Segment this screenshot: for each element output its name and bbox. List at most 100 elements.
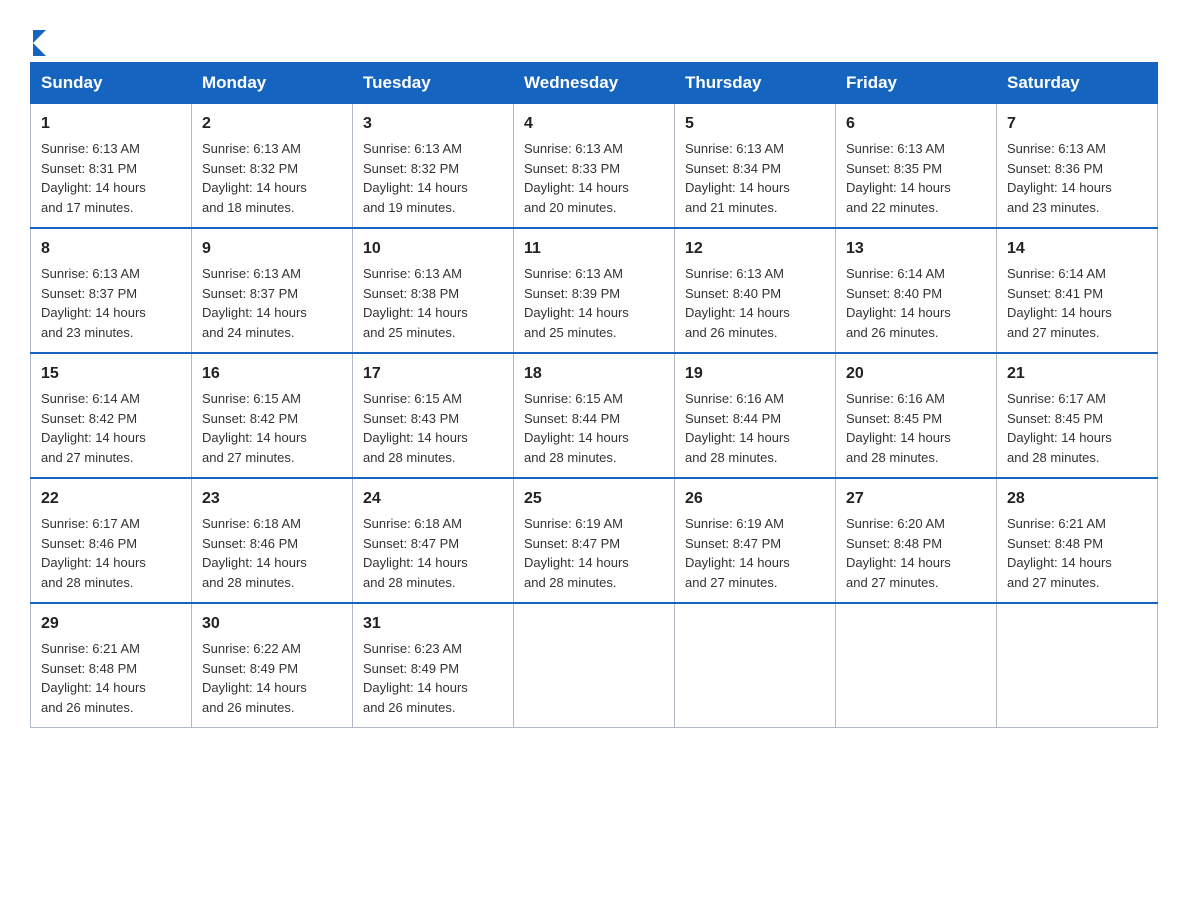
day-info: Sunrise: 6:20 AMSunset: 8:48 PMDaylight:…: [846, 516, 951, 590]
calendar-day-cell: 26 Sunrise: 6:19 AMSunset: 8:47 PMDaylig…: [675, 478, 836, 603]
day-number: 30: [202, 612, 342, 636]
calendar-day-cell: 21 Sunrise: 6:17 AMSunset: 8:45 PMDaylig…: [997, 353, 1158, 478]
weekday-header-tuesday: Tuesday: [353, 63, 514, 104]
calendar-day-cell: 24 Sunrise: 6:18 AMSunset: 8:47 PMDaylig…: [353, 478, 514, 603]
calendar-day-cell: 29 Sunrise: 6:21 AMSunset: 8:48 PMDaylig…: [31, 603, 192, 728]
calendar-day-cell: 10 Sunrise: 6:13 AMSunset: 8:38 PMDaylig…: [353, 228, 514, 353]
day-number: 19: [685, 362, 825, 386]
day-number: 25: [524, 487, 664, 511]
day-number: 17: [363, 362, 503, 386]
day-info: Sunrise: 6:15 AMSunset: 8:44 PMDaylight:…: [524, 391, 629, 465]
day-info: Sunrise: 6:13 AMSunset: 8:32 PMDaylight:…: [202, 141, 307, 215]
day-info: Sunrise: 6:16 AMSunset: 8:44 PMDaylight:…: [685, 391, 790, 465]
calendar-day-cell: 16 Sunrise: 6:15 AMSunset: 8:42 PMDaylig…: [192, 353, 353, 478]
day-number: 24: [363, 487, 503, 511]
calendar-day-cell: 28 Sunrise: 6:21 AMSunset: 8:48 PMDaylig…: [997, 478, 1158, 603]
day-info: Sunrise: 6:13 AMSunset: 8:31 PMDaylight:…: [41, 141, 146, 215]
weekday-header-saturday: Saturday: [997, 63, 1158, 104]
day-number: 31: [363, 612, 503, 636]
calendar-day-cell: [514, 603, 675, 728]
calendar-day-cell: 9 Sunrise: 6:13 AMSunset: 8:37 PMDayligh…: [192, 228, 353, 353]
day-info: Sunrise: 6:21 AMSunset: 8:48 PMDaylight:…: [1007, 516, 1112, 590]
day-number: 8: [41, 237, 181, 261]
day-number: 12: [685, 237, 825, 261]
calendar-day-cell: 6 Sunrise: 6:13 AMSunset: 8:35 PMDayligh…: [836, 104, 997, 229]
day-number: 4: [524, 112, 664, 136]
day-info: Sunrise: 6:14 AMSunset: 8:40 PMDaylight:…: [846, 266, 951, 340]
day-info: Sunrise: 6:22 AMSunset: 8:49 PMDaylight:…: [202, 641, 307, 715]
day-info: Sunrise: 6:13 AMSunset: 8:40 PMDaylight:…: [685, 266, 790, 340]
day-info: Sunrise: 6:15 AMSunset: 8:43 PMDaylight:…: [363, 391, 468, 465]
calendar-day-cell: 14 Sunrise: 6:14 AMSunset: 8:41 PMDaylig…: [997, 228, 1158, 353]
day-info: Sunrise: 6:14 AMSunset: 8:41 PMDaylight:…: [1007, 266, 1112, 340]
calendar-day-cell: 31 Sunrise: 6:23 AMSunset: 8:49 PMDaylig…: [353, 603, 514, 728]
day-info: Sunrise: 6:21 AMSunset: 8:48 PMDaylight:…: [41, 641, 146, 715]
calendar-day-cell: 2 Sunrise: 6:13 AMSunset: 8:32 PMDayligh…: [192, 104, 353, 229]
calendar-day-cell: 3 Sunrise: 6:13 AMSunset: 8:32 PMDayligh…: [353, 104, 514, 229]
weekday-header-wednesday: Wednesday: [514, 63, 675, 104]
calendar-day-cell: 13 Sunrise: 6:14 AMSunset: 8:40 PMDaylig…: [836, 228, 997, 353]
calendar-day-cell: 23 Sunrise: 6:18 AMSunset: 8:46 PMDaylig…: [192, 478, 353, 603]
day-info: Sunrise: 6:23 AMSunset: 8:49 PMDaylight:…: [363, 641, 468, 715]
logo: [30, 30, 46, 52]
day-info: Sunrise: 6:15 AMSunset: 8:42 PMDaylight:…: [202, 391, 307, 465]
calendar-day-cell: 22 Sunrise: 6:17 AMSunset: 8:46 PMDaylig…: [31, 478, 192, 603]
day-info: Sunrise: 6:18 AMSunset: 8:46 PMDaylight:…: [202, 516, 307, 590]
day-number: 15: [41, 362, 181, 386]
calendar-day-cell: 17 Sunrise: 6:15 AMSunset: 8:43 PMDaylig…: [353, 353, 514, 478]
day-number: 13: [846, 237, 986, 261]
calendar-day-cell: 18 Sunrise: 6:15 AMSunset: 8:44 PMDaylig…: [514, 353, 675, 478]
calendar-day-cell: 7 Sunrise: 6:13 AMSunset: 8:36 PMDayligh…: [997, 104, 1158, 229]
calendar-day-cell: 12 Sunrise: 6:13 AMSunset: 8:40 PMDaylig…: [675, 228, 836, 353]
day-info: Sunrise: 6:14 AMSunset: 8:42 PMDaylight:…: [41, 391, 146, 465]
day-number: 29: [41, 612, 181, 636]
day-number: 20: [846, 362, 986, 386]
calendar-day-cell: 8 Sunrise: 6:13 AMSunset: 8:37 PMDayligh…: [31, 228, 192, 353]
weekday-header-monday: Monday: [192, 63, 353, 104]
calendar-week-row: 29 Sunrise: 6:21 AMSunset: 8:48 PMDaylig…: [31, 603, 1158, 728]
day-number: 9: [202, 237, 342, 261]
calendar-day-cell: 5 Sunrise: 6:13 AMSunset: 8:34 PMDayligh…: [675, 104, 836, 229]
day-number: 2: [202, 112, 342, 136]
weekday-header-thursday: Thursday: [675, 63, 836, 104]
day-number: 26: [685, 487, 825, 511]
day-info: Sunrise: 6:13 AMSunset: 8:32 PMDaylight:…: [363, 141, 468, 215]
day-info: Sunrise: 6:19 AMSunset: 8:47 PMDaylight:…: [524, 516, 629, 590]
day-number: 5: [685, 112, 825, 136]
weekday-header-row: SundayMondayTuesdayWednesdayThursdayFrid…: [31, 63, 1158, 104]
weekday-header-sunday: Sunday: [31, 63, 192, 104]
day-number: 11: [524, 237, 664, 261]
weekday-header-friday: Friday: [836, 63, 997, 104]
calendar-day-cell: [997, 603, 1158, 728]
calendar-week-row: 15 Sunrise: 6:14 AMSunset: 8:42 PMDaylig…: [31, 353, 1158, 478]
day-info: Sunrise: 6:18 AMSunset: 8:47 PMDaylight:…: [363, 516, 468, 590]
day-number: 23: [202, 487, 342, 511]
calendar-table: SundayMondayTuesdayWednesdayThursdayFrid…: [30, 62, 1158, 728]
calendar-day-cell: 27 Sunrise: 6:20 AMSunset: 8:48 PMDaylig…: [836, 478, 997, 603]
calendar-day-cell: 4 Sunrise: 6:13 AMSunset: 8:33 PMDayligh…: [514, 104, 675, 229]
day-number: 16: [202, 362, 342, 386]
calendar-week-row: 8 Sunrise: 6:13 AMSunset: 8:37 PMDayligh…: [31, 228, 1158, 353]
day-info: Sunrise: 6:19 AMSunset: 8:47 PMDaylight:…: [685, 516, 790, 590]
day-info: Sunrise: 6:13 AMSunset: 8:36 PMDaylight:…: [1007, 141, 1112, 215]
calendar-day-cell: 25 Sunrise: 6:19 AMSunset: 8:47 PMDaylig…: [514, 478, 675, 603]
day-info: Sunrise: 6:13 AMSunset: 8:33 PMDaylight:…: [524, 141, 629, 215]
day-info: Sunrise: 6:13 AMSunset: 8:38 PMDaylight:…: [363, 266, 468, 340]
calendar-day-cell: 20 Sunrise: 6:16 AMSunset: 8:45 PMDaylig…: [836, 353, 997, 478]
day-info: Sunrise: 6:17 AMSunset: 8:45 PMDaylight:…: [1007, 391, 1112, 465]
day-info: Sunrise: 6:13 AMSunset: 8:39 PMDaylight:…: [524, 266, 629, 340]
page-header: [30, 20, 1158, 52]
calendar-day-cell: [675, 603, 836, 728]
day-number: 28: [1007, 487, 1147, 511]
day-info: Sunrise: 6:17 AMSunset: 8:46 PMDaylight:…: [41, 516, 146, 590]
day-number: 3: [363, 112, 503, 136]
day-number: 7: [1007, 112, 1147, 136]
day-number: 1: [41, 112, 181, 136]
day-number: 21: [1007, 362, 1147, 386]
calendar-day-cell: 11 Sunrise: 6:13 AMSunset: 8:39 PMDaylig…: [514, 228, 675, 353]
day-number: 27: [846, 487, 986, 511]
calendar-day-cell: 19 Sunrise: 6:16 AMSunset: 8:44 PMDaylig…: [675, 353, 836, 478]
day-number: 18: [524, 362, 664, 386]
day-info: Sunrise: 6:16 AMSunset: 8:45 PMDaylight:…: [846, 391, 951, 465]
day-info: Sunrise: 6:13 AMSunset: 8:37 PMDaylight:…: [41, 266, 146, 340]
